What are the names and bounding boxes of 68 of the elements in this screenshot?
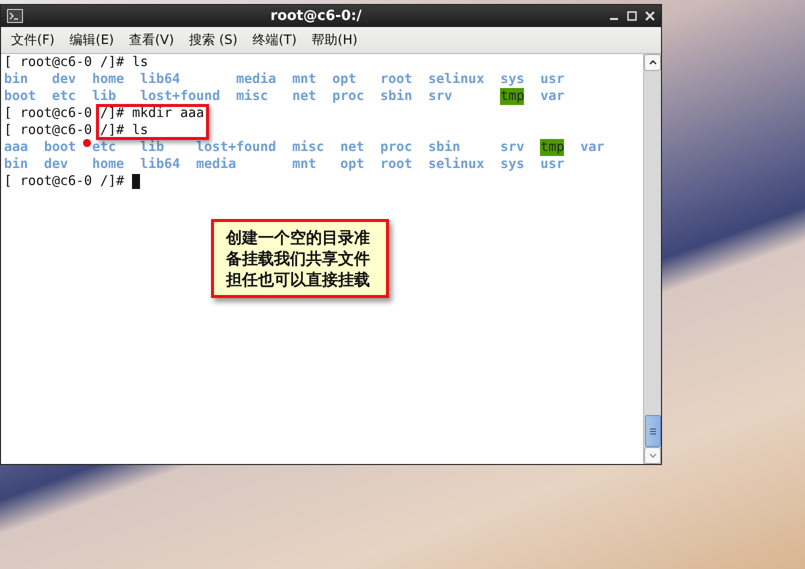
directory-name: var — [580, 139, 604, 156]
directory-name: home — [92, 71, 124, 88]
directory-name: boot — [4, 88, 36, 105]
terminal-line: [ root@c6-0 /]# ls — [4, 122, 148, 139]
directory-name: sys — [500, 71, 524, 88]
scroll-down-button[interactable] — [644, 447, 661, 464]
directory-name: home — [92, 156, 124, 173]
directory-name: usr — [540, 156, 564, 173]
directory-name: lib64 — [140, 156, 180, 173]
menu-item[interactable]: 文件(F) — [11, 31, 55, 49]
directory-name: mnt — [292, 71, 316, 88]
directory-name: net — [292, 88, 316, 105]
directory-name: opt — [340, 156, 364, 173]
directory-name: var — [540, 88, 564, 105]
directory-name: lib — [140, 139, 164, 156]
directory-name: misc — [292, 139, 324, 156]
menu-item[interactable]: 帮助(H) — [312, 31, 358, 49]
directory-name: proc — [332, 88, 364, 105]
directory-name: lost+found — [196, 139, 276, 156]
close-icon[interactable] — [645, 11, 655, 21]
directory-name: opt — [332, 71, 356, 88]
terminal-line: [ root@c6-0 /]# ls — [4, 54, 148, 71]
directory-name: root — [380, 71, 412, 88]
terminal-line: [ root@c6-0 /]# — [4, 173, 124, 190]
directory-name: mnt — [292, 156, 316, 173]
directory-name: srv — [500, 139, 524, 156]
directory-name: tmp — [500, 88, 524, 105]
directory-name: srv — [428, 88, 452, 105]
directory-name: lib64 — [140, 71, 180, 88]
directory-name: selinux — [428, 156, 484, 173]
directory-name: selinux — [428, 71, 484, 88]
scroll-thumb[interactable] — [644, 415, 660, 447]
caret-up-icon — [648, 60, 656, 65]
scroll-up-button[interactable] — [644, 54, 661, 71]
window-title: root@c6-0:/ — [269, 8, 363, 24]
maximize-icon[interactable] — [627, 11, 637, 21]
terminal-icon — [7, 9, 23, 23]
directory-name: net — [340, 139, 364, 156]
menu-item[interactable]: 搜索 (S) — [189, 31, 238, 49]
directory-name: sbin — [428, 139, 460, 156]
directory-name: dev — [44, 156, 68, 173]
menu-item[interactable]: 终端(T) — [252, 31, 297, 49]
directory-name: tmp — [540, 139, 564, 156]
menu-item[interactable]: 查看(V) — [128, 31, 174, 49]
directory-name: proc — [380, 139, 412, 156]
directory-name: bin — [4, 156, 28, 173]
directory-name: lib — [92, 88, 116, 105]
directory-name: boot — [44, 139, 76, 156]
scrollbar[interactable] — [643, 54, 661, 464]
grip-icon — [650, 428, 656, 434]
menu-item[interactable]: 编辑(E) — [70, 31, 114, 49]
caret-down-icon — [648, 453, 656, 458]
directory-name: etc — [92, 139, 116, 156]
directory-name: lost+found — [140, 88, 220, 105]
directory-name: usr — [540, 71, 564, 88]
directory-name: media — [236, 71, 276, 88]
directory-name: dev — [52, 71, 76, 88]
terminal-line: [ root@c6-0 /]# mkdir aaa — [4, 105, 204, 122]
directory-name: aaa — [4, 139, 28, 156]
directory-name: etc — [52, 88, 76, 105]
directory-name: sbin — [380, 88, 412, 105]
annotation-note: 创建一个空的目录准备挂载我们共享文件担任也可以直接挂载 — [211, 219, 389, 298]
pointer-dot — [83, 139, 91, 147]
directory-name: misc — [236, 88, 268, 105]
directory-name: root — [380, 156, 412, 173]
directory-name: bin — [4, 71, 28, 88]
directory-name: sys — [500, 156, 524, 173]
directory-name: media — [196, 156, 236, 173]
